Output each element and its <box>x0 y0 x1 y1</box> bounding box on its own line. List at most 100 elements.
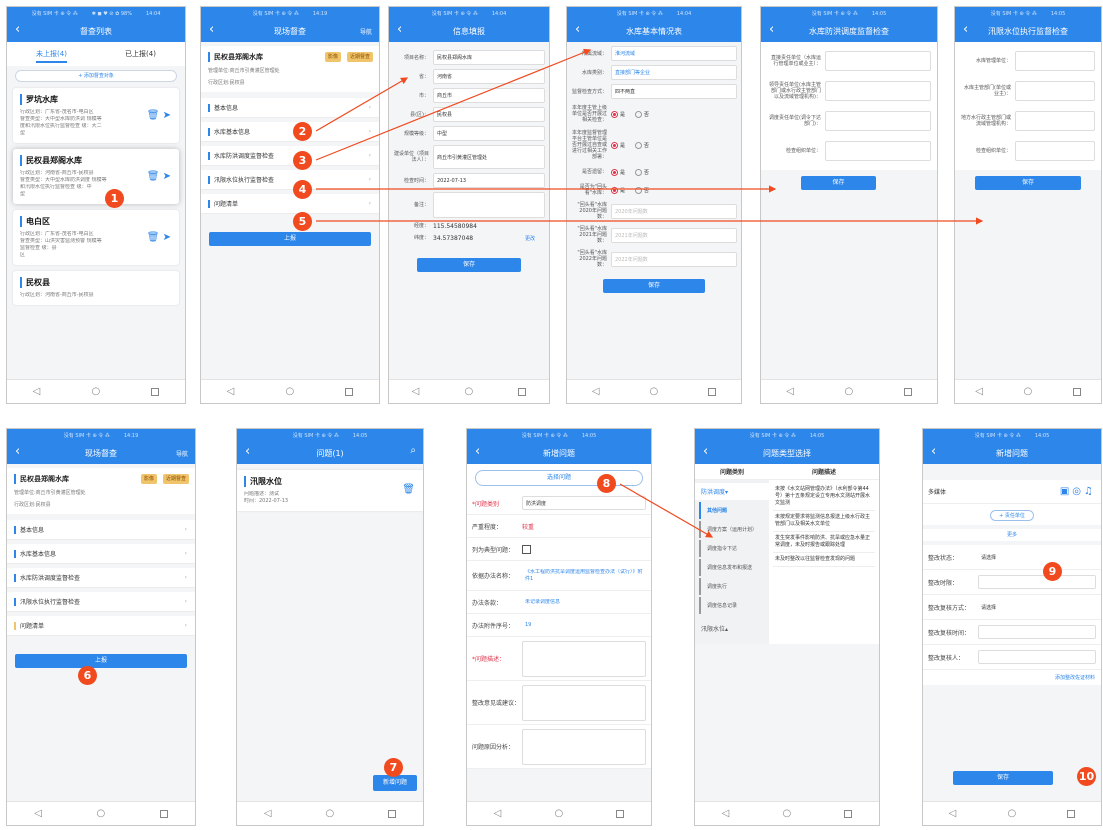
image-icon[interactable]: ▣ <box>1060 486 1072 497</box>
description-item[interactable]: 发生突发事件影响防洪、抗旱或应急水量正常调度，未及时报告或跟踪处理 <box>773 532 875 553</box>
recent-nav-icon[interactable] <box>708 387 717 396</box>
menu-item[interactable]: 基本信息 › <box>201 98 379 118</box>
back-nav-icon[interactable]: ◁ <box>33 386 41 397</box>
add-issue-button[interactable]: 新增问题 <box>373 775 417 791</box>
recent-nav-icon[interactable] <box>844 809 853 818</box>
field-value[interactable] <box>978 575 1096 589</box>
field-input[interactable] <box>1015 141 1095 161</box>
menu-item[interactable]: 水库基本信息 › <box>7 544 195 564</box>
locate-icon[interactable]: ➤ <box>159 171 171 182</box>
save-button[interactable]: 保存 <box>801 176 876 190</box>
tab-reported[interactable]: 已上报(4) <box>96 49 185 59</box>
subcategory-item[interactable]: 调度指令下达 <box>699 540 769 557</box>
recent-nav-icon[interactable] <box>388 809 397 818</box>
field-input[interactable]: 商丘市 <box>433 88 545 103</box>
field-input[interactable]: 民权县 <box>433 107 545 122</box>
radio-no[interactable]: 否 <box>635 168 649 176</box>
menu-item[interactable]: 水库防洪调度监督检查 › <box>7 568 195 588</box>
back-nav-icon[interactable]: ◁ <box>34 808 42 819</box>
field-input[interactable]: 四不两直 <box>611 84 737 99</box>
field-input[interactable] <box>825 81 931 101</box>
field-value[interactable] <box>978 650 1096 664</box>
menu-item[interactable]: 问题清单 › <box>7 616 195 636</box>
search-icon[interactable]: ⌕ <box>410 445 416 456</box>
locate-icon[interactable]: ➤ <box>159 110 171 121</box>
tab-pending[interactable]: 未上报(4) <box>7 49 96 63</box>
home-nav-icon[interactable]: ○ <box>91 386 100 397</box>
subcategory-item[interactable]: 调度执行 <box>699 578 769 595</box>
home-nav-icon[interactable]: ○ <box>96 808 105 819</box>
radio-yes[interactable]: 是 <box>611 168 625 176</box>
category-limit[interactable]: 汛限水位▴ <box>695 616 769 641</box>
typical-checkbox[interactable] <box>522 544 531 554</box>
field-input[interactable]: 淮河流域 <box>611 46 737 61</box>
category-flood[interactable]: 防洪调度▾ <box>695 483 769 500</box>
save-button[interactable]: 保存 <box>975 176 1081 190</box>
report-button[interactable]: 上报 <box>15 654 187 668</box>
field-input[interactable]: 直接部门等企业 <box>611 65 737 80</box>
field-value[interactable]: 请选择 <box>978 550 1096 564</box>
radio-no[interactable]: 否 <box>635 186 649 194</box>
save-button[interactable]: 保存 <box>603 279 705 293</box>
home-nav-icon[interactable]: ○ <box>285 386 294 397</box>
back-nav-icon[interactable]: ◁ <box>494 808 502 819</box>
delete-icon[interactable]: 🗑 <box>147 110 160 121</box>
menu-item[interactable]: 水库基本信息 › <box>201 122 379 142</box>
recent-nav-icon[interactable] <box>1072 387 1081 396</box>
resp-unit-button[interactable]: + 责任单位 <box>990 510 1034 521</box>
description-item[interactable]: 未及时整改以往监督检查发现的问题 <box>773 553 875 567</box>
modify-link[interactable]: 更改 <box>525 235 535 242</box>
home-nav-icon[interactable]: ○ <box>325 808 334 819</box>
back-nav-icon[interactable]: ◁ <box>412 386 420 397</box>
back-icon[interactable]: ‹ <box>931 445 936 459</box>
field-input[interactable]: 商丘市引黄灌区管理处 <box>433 145 545 169</box>
list-card[interactable]: 电白区 行政区划：广东省-茂名市-电白区 督查类型：山洪灾害监测预警 规模等 监督检查… <box>13 210 179 265</box>
field-input[interactable] <box>825 51 931 71</box>
more-button[interactable]: 更多 <box>923 529 1101 541</box>
field-value[interactable]: 较重 <box>522 522 534 531</box>
recent-nav-icon[interactable] <box>151 387 160 396</box>
field-input[interactable]: 民权县郑阁水库 <box>433 50 545 65</box>
save-button[interactable]: 保存 <box>417 258 521 272</box>
list-card[interactable]: 民权县 行政区划：河南省-商丘市-民权县 <box>13 271 179 305</box>
recent-supervision-button[interactable]: 近期督查 <box>346 52 373 62</box>
back-nav-icon[interactable]: ◁ <box>264 808 272 819</box>
field-input[interactable]: 河南省 <box>433 69 545 84</box>
list-card[interactable]: 民权县郑阁水库 行政区划：河南省-商丘市-民权县 督查类型：大中型水库防洪调度 规模… <box>13 149 179 204</box>
home-nav-icon[interactable]: ○ <box>464 386 473 397</box>
field-input[interactable] <box>1015 51 1095 71</box>
home-nav-icon[interactable]: ○ <box>649 386 658 397</box>
field-value[interactable]: 《水工程防洪抗旱调度运用监督检查办法（试行）》附件1 <box>522 569 646 583</box>
image-button[interactable]: 影像 <box>324 52 341 62</box>
count-input[interactable]: 2022年问题数 <box>611 251 737 267</box>
menu-item[interactable]: 问题清单 › <box>201 194 379 214</box>
music-icon[interactable]: ♫ <box>1084 486 1096 497</box>
recent-supervision-button[interactable]: 近期督查 <box>162 474 189 484</box>
home-nav-icon[interactable]: ○ <box>782 808 791 819</box>
delete-icon[interactable]: 🗑 <box>402 484 415 495</box>
back-nav-icon[interactable]: ◁ <box>975 386 983 397</box>
menu-item[interactable]: 汛限水位执行监督检查 › <box>7 592 195 612</box>
back-icon[interactable]: ‹ <box>245 445 250 459</box>
back-icon[interactable]: ‹ <box>963 23 968 37</box>
menu-item[interactable]: 水库防洪调度监督检查 › <box>201 146 379 166</box>
back-icon[interactable]: ‹ <box>209 23 214 37</box>
description-item[interactable]: 未按《水文站网管理办法》（水利部令第44号）第十五条规定设立专用水文测站开展水文… <box>773 483 875 511</box>
back-icon[interactable]: ‹ <box>15 445 20 459</box>
field-value[interactable] <box>978 625 1096 639</box>
field-input[interactable]: 中型 <box>433 126 545 141</box>
field-value[interactable]: 19 <box>522 622 646 629</box>
camera-icon[interactable]: ◎ <box>1072 486 1084 497</box>
home-nav-icon[interactable]: ○ <box>1023 386 1032 397</box>
recent-nav-icon[interactable] <box>159 809 168 818</box>
report-button[interactable]: 上报 <box>209 232 371 246</box>
radio-no[interactable]: 否 <box>635 141 649 149</box>
menu-item[interactable]: 汛限水位执行监督检查 › <box>201 170 379 190</box>
radio-yes[interactable]: 是 <box>611 110 625 118</box>
field-input[interactable] <box>825 111 931 131</box>
back-icon[interactable]: ‹ <box>703 445 708 459</box>
field-textarea[interactable] <box>522 640 646 677</box>
field-input[interactable]: 2022-07-13 <box>433 173 545 188</box>
home-nav-icon[interactable]: ○ <box>1007 808 1016 819</box>
back-nav-icon[interactable]: ◁ <box>592 386 600 397</box>
